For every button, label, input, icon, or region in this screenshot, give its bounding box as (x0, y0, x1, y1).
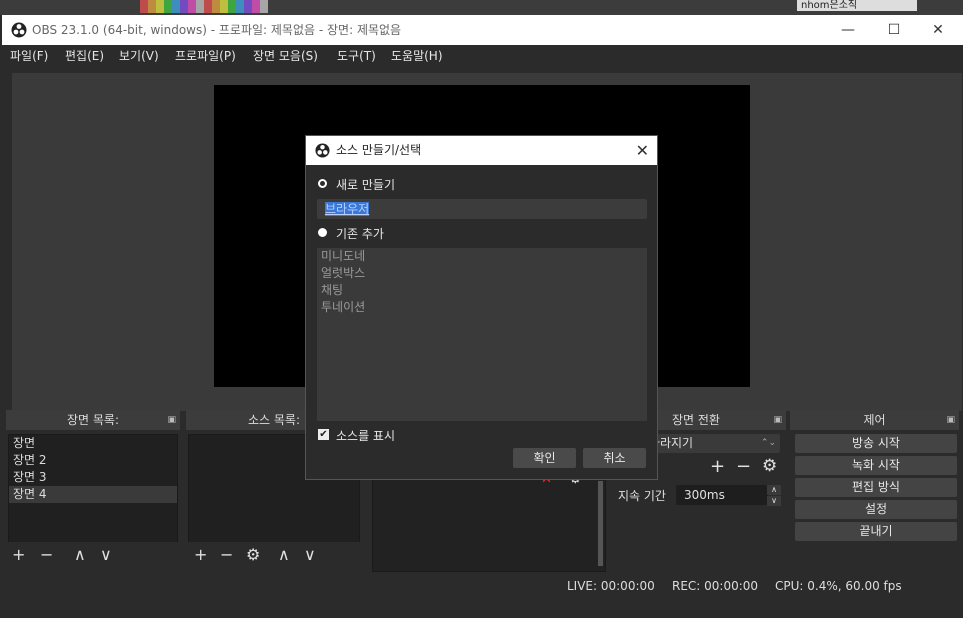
scene-list[interactable]: 장면 장면 2 장면 3 장면 4 (8, 434, 178, 543)
chevron-updown-icon: ⌃⌄ (760, 438, 776, 448)
menu-profile[interactable]: 프로파일(P) (175, 45, 236, 67)
add-icon[interactable]: + (12, 542, 25, 568)
remove-icon[interactable]: − (40, 542, 53, 568)
move-down-icon[interactable]: ∨ (304, 542, 316, 568)
move-up-icon[interactable]: ∧ (74, 542, 86, 568)
sources-dock-label: 소스 목록: (247, 413, 301, 427)
status-bar: LIVE: 00:00:00 REC: 00:00:00 CPU: 0.4%, … (2, 579, 963, 600)
menu-help[interactable]: 도움말(H) (391, 45, 443, 67)
add-transition-icon[interactable]: + (710, 456, 725, 477)
settings-button[interactable]: 설정 (795, 500, 957, 519)
obs-logo-icon (315, 143, 330, 158)
move-up-icon[interactable]: ∧ (278, 542, 290, 568)
controls-dock-label: 제어 (863, 413, 886, 427)
dialog-title-bar: 소스 만들기/선택 ✕ (306, 136, 657, 165)
float-icon[interactable]: ▣ (946, 410, 955, 430)
menu-tools[interactable]: 도구(T) (337, 45, 376, 67)
title-bar: OBS 23.1.0 (64-bit, windows) - 프로파일: 제목없… (2, 15, 963, 45)
scene-item[interactable]: 장면 3 (9, 469, 177, 486)
create-new-radio[interactable] (318, 179, 327, 188)
add-existing-radio[interactable] (318, 228, 327, 237)
show-source-checkbox[interactable]: ✔ (318, 429, 329, 440)
scene-item-selected[interactable]: 장면 4 (9, 486, 177, 503)
duration-up-button[interactable]: ∧ (767, 485, 781, 495)
scenes-dock-label: 장면 목록: (66, 413, 120, 427)
start-streaming-button[interactable]: 방송 시작 (795, 434, 957, 453)
transition-settings-icon[interactable]: ⚙ (762, 456, 777, 476)
cpu-status: CPU: 0.4%, 60.00 fps (775, 579, 902, 593)
ok-button[interactable]: 확인 (513, 448, 576, 468)
existing-sources-list[interactable]: 미니도네 얼럿박스 채팅 투네이션 (317, 248, 647, 421)
background-color-palette (140, 0, 268, 13)
menu-bar: 파일(F) 편집(E) 보기(V) 프로파일(P) 장면 모음(S) 도구(T)… (2, 45, 963, 67)
obs-logo-icon (11, 22, 27, 38)
menu-file[interactable]: 파일(F) (10, 45, 48, 67)
audio-mixer: ✕ ⚙ (372, 470, 606, 572)
background-font-box: nhom은소직 (797, 0, 917, 11)
live-status: LIVE: 00:00:00 (567, 579, 655, 593)
scenes-dock-title: 장면 목록: ▣ (6, 410, 180, 430)
scene-item[interactable]: 장면 2 (9, 452, 177, 469)
settings-icon[interactable]: ⚙ (246, 542, 260, 568)
menu-scene-collection[interactable]: 장면 모음(S) (253, 45, 318, 67)
mixer-scrollbar[interactable] (598, 481, 603, 566)
dialog-close-icon[interactable]: ✕ (636, 136, 649, 165)
window-title: OBS 23.1.0 (64-bit, windows) - 프로파일: 제목없… (32, 23, 402, 37)
create-select-source-dialog: 소스 만들기/선택 ✕ 새로 만들기 브라우저 기존 추가 미니도네 얼럿박스 … (305, 135, 658, 480)
cancel-button[interactable]: 취소 (583, 448, 646, 468)
exit-button[interactable]: 끝내기 (795, 522, 957, 541)
menu-edit[interactable]: 편집(E) (65, 45, 104, 67)
move-down-icon[interactable]: ∨ (100, 542, 112, 568)
dialog-title: 소스 만들기/선택 (336, 143, 422, 157)
remove-transition-icon[interactable]: − (736, 456, 751, 477)
sources-toolbar: + − ⚙ ∧ ∨ (188, 542, 360, 568)
controls-dock-title: 제어 ▣ (790, 410, 959, 430)
scenes-toolbar: + − ∧ ∨ (8, 542, 178, 568)
close-button[interactable]: ✕ (915, 15, 961, 45)
studio-mode-button[interactable]: 편집 방식 (795, 478, 957, 497)
list-item[interactable]: 채팅 (317, 282, 647, 299)
float-icon[interactable]: ▣ (773, 410, 782, 430)
transitions-dock-label: 장면 전환 (672, 413, 720, 427)
remove-icon[interactable]: − (220, 542, 233, 568)
duration-down-button[interactable]: ∨ (767, 496, 781, 506)
scene-item[interactable]: 장면 (9, 435, 177, 452)
create-new-label[interactable]: 새로 만들기 (336, 176, 395, 193)
source-name-input[interactable]: 브라우저 (317, 199, 647, 219)
maximize-button[interactable]: ☐ (871, 15, 917, 45)
menu-view[interactable]: 보기(V) (119, 45, 159, 67)
minimize-button[interactable]: — (825, 15, 871, 45)
source-name-value: 브라우저 (325, 202, 370, 216)
start-recording-button[interactable]: 녹화 시작 (795, 456, 957, 475)
list-item[interactable]: 얼럿박스 (317, 265, 647, 282)
show-source-label[interactable]: 소스를 표시 (336, 427, 395, 444)
list-item[interactable]: 미니도네 (317, 248, 647, 265)
duration-value: 300ms (684, 488, 725, 502)
duration-label: 지속 기간 (618, 489, 666, 503)
add-existing-label[interactable]: 기존 추가 (336, 225, 384, 242)
rec-status: REC: 00:00:00 (672, 579, 759, 593)
float-icon[interactable]: ▣ (167, 410, 176, 430)
add-icon[interactable]: + (194, 542, 207, 568)
duration-input[interactable]: 300ms (676, 485, 768, 505)
list-item[interactable]: 투네이션 (317, 299, 647, 316)
